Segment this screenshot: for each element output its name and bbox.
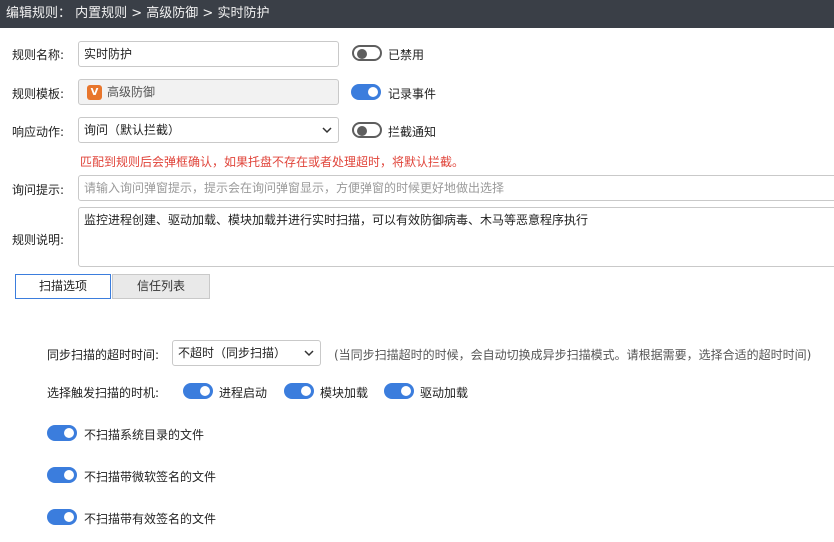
rule-name-label: 规则名称: [12, 48, 65, 62]
skip-valid-signed-label: 不扫描带有效签名的文件 [84, 512, 217, 526]
chevron-down-icon [304, 350, 314, 357]
toggle-knob [64, 470, 74, 480]
trigger-process-start-toggle[interactable] [183, 383, 213, 399]
description-textarea[interactable]: 监控进程创建、驱动加载、模块加载并进行实时扫描，可以有效防御病毒、木马等恶意程序… [78, 207, 834, 267]
prompt-label: 询问提示: [12, 183, 65, 197]
toggle-knob [200, 386, 210, 396]
toggle-knob [64, 512, 74, 522]
skip-ms-signed-label: 不扫描带微软签名的文件 [84, 470, 217, 484]
disabled-toggle[interactable] [352, 45, 382, 61]
toggle-knob [368, 87, 378, 97]
response-action-select[interactable]: 询问（默认拦截） [78, 117, 339, 143]
rule-template-value: 高级防御 [107, 85, 156, 99]
trigger-driver-load-label: 驱动加载 [420, 386, 469, 400]
timeout-label: 同步扫描的超时时间: [47, 348, 160, 362]
tab-scan-options[interactable]: 扫描选项 [15, 274, 111, 299]
record-events-toggle[interactable] [351, 84, 381, 100]
trigger-driver-load-toggle[interactable] [384, 383, 414, 399]
rule-name-input[interactable]: 实时防护 [78, 41, 339, 67]
trigger-module-load-toggle[interactable] [284, 383, 314, 399]
warning-text: 匹配到规则后会弹框确认，如果托盘不存在或者处理超时，将默认拦截。 [80, 155, 465, 169]
timeout-select[interactable]: 不超时（同步扫描） [172, 340, 321, 366]
toggle-knob [357, 49, 367, 59]
skip-ms-signed-toggle[interactable] [47, 467, 77, 483]
intercept-notify-toggle[interactable] [352, 122, 382, 138]
response-action-value: 询问（默认拦截） [84, 123, 181, 137]
disabled-toggle-label: 已禁用 [388, 48, 425, 62]
record-events-label: 记录事件 [388, 87, 437, 101]
toggle-knob [301, 386, 311, 396]
template-badge-icon: V [87, 85, 102, 100]
trigger-process-start-label: 进程启动 [219, 386, 268, 400]
toggle-knob [64, 428, 74, 438]
rule-template-field: V 高级防御 [78, 79, 339, 105]
skip-valid-signed-toggle[interactable] [47, 509, 77, 525]
trigger-module-load-label: 模块加载 [320, 386, 369, 400]
rule-template-label: 规则模板: [12, 87, 65, 101]
skip-system-dir-toggle[interactable] [47, 425, 77, 441]
trigger-label: 选择触发扫描的时机: [47, 386, 160, 400]
description-label: 规则说明: [12, 233, 65, 247]
tab-trust-list[interactable]: 信任列表 [112, 274, 210, 299]
timeout-value: 不超时（同步扫描） [178, 346, 287, 360]
toggle-knob [357, 126, 367, 136]
response-action-label: 响应动作: [12, 125, 65, 139]
window-title: 编辑规则： 内置规则 > 高级防御 > 实时防护 [0, 0, 834, 28]
skip-system-dir-label: 不扫描系统目录的文件 [84, 428, 205, 442]
prompt-input[interactable]: 请输入询问弹窗提示，提示会在询问弹窗显示，方便弹窗的时候更好地做出选择 [78, 175, 834, 201]
timeout-hint: (当同步扫描超时的时候，会自动切换成异步扫描模式。请根据需要，选择合适的超时时间… [334, 348, 812, 362]
chevron-down-icon [322, 127, 332, 134]
intercept-notify-label: 拦截通知 [388, 125, 437, 139]
toggle-knob [401, 386, 411, 396]
